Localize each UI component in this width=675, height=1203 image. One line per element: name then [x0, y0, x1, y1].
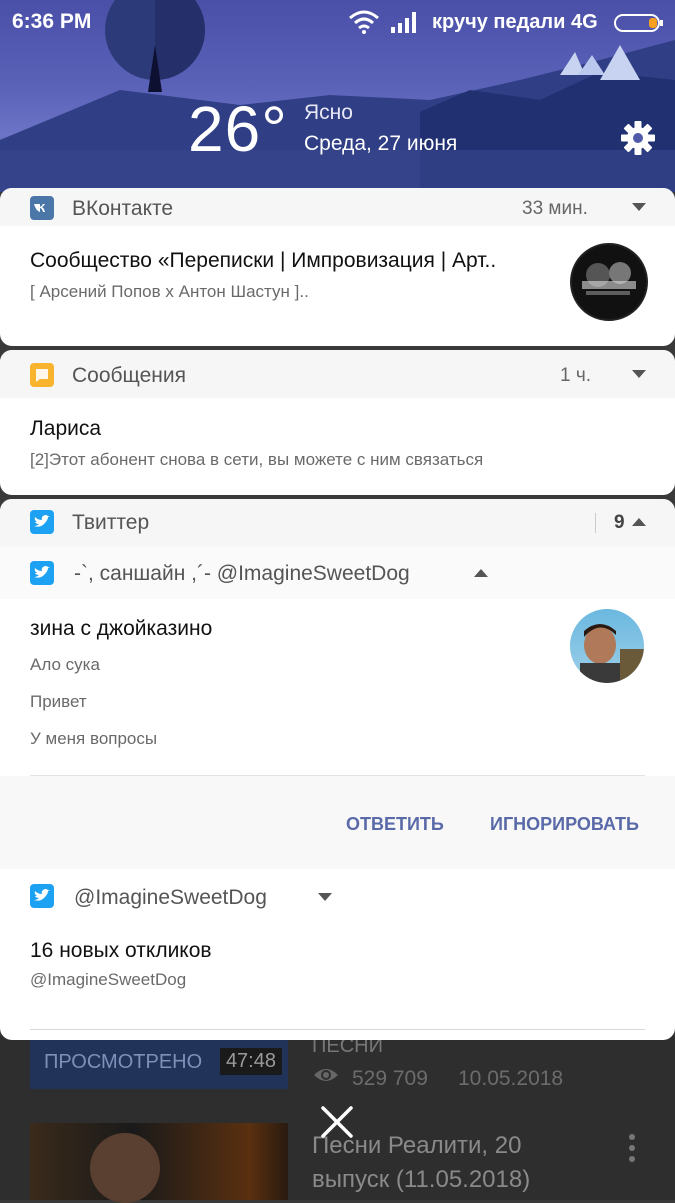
notification-header-row: ВКонтакте 33 мин.	[0, 188, 675, 226]
chevron-down-icon[interactable]	[632, 203, 646, 211]
messages-icon	[30, 363, 54, 387]
signal-icon	[390, 11, 420, 39]
close-icon[interactable]	[320, 1105, 354, 1144]
thread-header: -`, саншайн ,´- @ImagineSweetDog	[0, 547, 675, 599]
notification-header: 6:36 PM кручу педали 4G 26° Ясно Среда, …	[0, 0, 675, 192]
app-name: Сообщения	[72, 364, 186, 387]
notification-messages[interactable]: Сообщения 1 ч. Лариса [2]Этот абонент сн…	[0, 350, 675, 495]
more-options-icon[interactable]	[628, 1133, 636, 1168]
wifi-icon	[348, 10, 380, 40]
notification-title: 16 новых откликов	[30, 939, 212, 962]
video2-title: Песни Реалити, 20 выпуск (11.05.2018)	[312, 1132, 531, 1193]
notification-title: Лариса	[30, 417, 102, 440]
divider	[30, 1029, 645, 1030]
tweet-line-2: Привет	[30, 692, 87, 711]
notification-time: 33 мин.	[522, 198, 588, 219]
notification-header-row: Твиттер 9	[0, 499, 675, 547]
temperature: 26°	[188, 93, 288, 165]
chevron-down-icon[interactable]	[632, 370, 646, 378]
notification-title: Сообщество «Переписки | Импровизация | А…	[30, 249, 497, 272]
twitter-thread-2[interactable]: @ImagineSweetDog 16 новых откликов @Imag…	[0, 870, 675, 1040]
clock: 6:36 PM	[12, 10, 92, 33]
watched-badge: ПРОСМОТРЕНО	[44, 1051, 203, 1073]
tweet-line-3: У меня вопросы	[30, 729, 158, 748]
weather-condition: Ясно	[304, 101, 353, 124]
app-name: ВКонтакте	[72, 197, 174, 220]
twitter-icon	[30, 561, 54, 585]
vk-icon	[30, 196, 54, 220]
upload-date: 10.05.2018	[458, 1067, 564, 1090]
notification-text: @ImagineSweetDog	[30, 970, 187, 989]
twitter-icon	[30, 510, 54, 534]
notification-count: 9	[614, 512, 625, 533]
reply-button[interactable]: ОТВЕТИТЬ	[346, 814, 444, 835]
tweet-line-1: Ало сука	[30, 655, 100, 674]
notification-header-row: Сообщения 1 ч.	[0, 350, 675, 398]
battery-icon	[614, 13, 664, 39]
eye-icon	[312, 1065, 340, 1090]
app-name: Твиттер	[72, 511, 150, 534]
chevron-down-icon[interactable]	[318, 893, 332, 901]
notification-text: [2]Этот абонент снова в сети, вы можете …	[30, 450, 484, 469]
notification-vk[interactable]: ВКонтакте 33 мин. Сообщество «Переписки …	[0, 188, 675, 346]
thread-header: @ImagineSweetDog	[0, 870, 675, 922]
date-label: Среда, 27 июня	[304, 132, 458, 155]
thread-header-text: @ImagineSweetDog	[74, 886, 267, 909]
action-bar: ОТВЕТИТЬ ИГНОРИРОВАТЬ	[0, 776, 675, 869]
chevron-up-icon[interactable]	[632, 518, 646, 526]
ignore-button[interactable]: ИГНОРИРОВАТЬ	[490, 814, 639, 835]
notification-twitter[interactable]: Твиттер 9 -`, саншайн ,´- @ImagineSweetD…	[0, 499, 675, 1040]
tweet-title: зина с джойказино	[30, 617, 213, 640]
gear-icon[interactable]	[620, 120, 656, 161]
chevron-up-icon[interactable]	[474, 569, 488, 577]
video-thumbnail-1[interactable]: ПРОСМОТРЕНО 47:48	[30, 1035, 288, 1089]
twitter-icon	[30, 884, 54, 908]
view-count: 529 709	[352, 1067, 428, 1090]
twitter-thread-1[interactable]: -`, саншайн ,´- @ImagineSweetDog зина с …	[0, 547, 675, 869]
status-bar: 6:36 PM кручу педали 4G	[0, 0, 675, 46]
community-avatar	[570, 243, 648, 321]
duration-badge: 47:48	[219, 1048, 282, 1075]
divider	[595, 513, 596, 533]
avatar	[570, 609, 644, 683]
person-face	[90, 1133, 160, 1203]
thread-header-text: -`, саншайн ,´- @ImagineSweetDog	[74, 562, 410, 585]
video-thumbnail-2[interactable]	[30, 1123, 288, 1203]
notification-time: 1 ч.	[560, 365, 592, 386]
carrier-label: кручу педали 4G	[432, 11, 598, 33]
notification-text: [ Арсений Попов х Антон Шастун ]..	[30, 282, 309, 301]
